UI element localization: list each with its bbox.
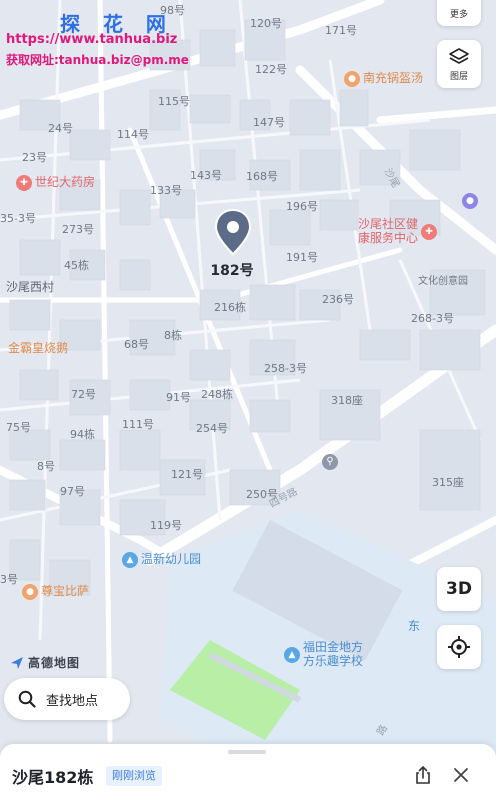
poi-label: 福田金地方 方乐趣学校 [303, 640, 364, 668]
poi-label: 温新幼儿园 [141, 552, 202, 567]
food-icon: ● [344, 71, 360, 87]
building-label: 216栋 [214, 301, 246, 314]
restroom-icon: ⚲ [322, 454, 338, 470]
close-icon[interactable] [450, 764, 472, 786]
building-label: 273号 [62, 223, 94, 236]
building-label: 24号 [48, 122, 73, 135]
location-pin-icon[interactable] [213, 208, 253, 256]
building-label: 315座 [432, 476, 464, 489]
poi-pizza[interactable]: ● 尊宝比萨 [22, 584, 89, 600]
sheet-drag-handle[interactable] [228, 750, 266, 754]
building-label: 119号 [150, 519, 182, 532]
layers-button[interactable]: 图层 [437, 40, 481, 88]
pin-label: 182号 [210, 263, 254, 279]
building-label: 236号 [322, 293, 354, 306]
place-title: 沙尾182栋 [12, 768, 94, 787]
poi-label: 金霸皇烧鹅 [8, 341, 69, 355]
building-label: 121号 [171, 468, 203, 481]
building-label: 35-3号 [0, 212, 36, 225]
recently-viewed-badge: 刚刚浏览 [106, 766, 162, 786]
poi-label: 沙尾社区健 康服务中心 [358, 217, 419, 245]
3d-button[interactable]: 3D [437, 567, 481, 611]
building-label: 72号 [71, 388, 96, 401]
building-label: 143号 [190, 169, 222, 182]
map-screen: 98号 120号 171号 122号 115号 147号 24号 114号 23… [0, 0, 496, 800]
building-label: 94栋 [70, 428, 95, 441]
building-label: 120号 [250, 17, 282, 30]
building-label: 115号 [158, 95, 190, 108]
more-button[interactable]: 更多 [437, 0, 481, 26]
school-icon: ▲ [122, 552, 138, 568]
place-sheet[interactable]: 沙尾182栋 刚刚浏览 [0, 744, 496, 800]
building-label: 248栋 [201, 388, 233, 401]
building-label: 147号 [253, 116, 285, 129]
building-label: 258-3号 [264, 362, 307, 375]
layers-icon [449, 47, 469, 64]
more-label: 更多 [449, 9, 468, 20]
share-icon[interactable] [412, 764, 434, 786]
building-label: 68号 [124, 338, 149, 351]
building-label: 75号 [6, 421, 31, 434]
search-icon [18, 690, 36, 708]
building-label: 3号 [0, 573, 18, 586]
poi-label: 世纪大药房 [35, 175, 96, 190]
building-label: 45栋 [64, 259, 89, 272]
area-label-village: 沙尾西村 [6, 280, 55, 294]
search-button[interactable]: 查找地点 [4, 678, 130, 720]
building-label: 91号 [166, 391, 191, 404]
watermark-url: https://www.tanhua.biz [6, 32, 178, 47]
school-icon: ▲ [284, 646, 300, 663]
poi-health-center[interactable]: ✚ 沙尾社区健 康服务中心 [358, 217, 438, 246]
building-label: 133号 [150, 184, 182, 197]
area-label-garden: 文化创意园 [418, 276, 468, 287]
building-label: 318座 [331, 394, 363, 407]
poi-east[interactable]: 东 [408, 619, 421, 634]
crosshair-icon [448, 636, 470, 658]
building-label: 191号 [286, 251, 318, 264]
building-label: 97号 [60, 485, 85, 498]
search-placeholder: 查找地点 [46, 693, 99, 709]
poi-restroom[interactable]: ⚲ [322, 454, 338, 470]
food-icon: ● [22, 584, 38, 600]
locate-button[interactable] [437, 625, 481, 669]
poi-label: 南充锅盔汤 [363, 71, 424, 86]
building-label: 196号 [286, 200, 318, 213]
building-label: 122号 [255, 63, 287, 76]
watermark-mail: 获取网址:tanhua.biz@pm.me [6, 53, 189, 67]
poi-partial[interactable]: ● [462, 193, 478, 209]
pharmacy-icon: ✚ [16, 175, 32, 191]
building-label: 168号 [246, 170, 278, 183]
poi-label: 尊宝比萨 [41, 584, 90, 599]
building-label: 268-3号 [411, 312, 454, 325]
building-label: 8栋 [164, 329, 182, 342]
place-icon: ● [462, 193, 478, 209]
amap-logo: 高德地图 [10, 654, 80, 671]
poi-kindergarten[interactable]: ▲ 温新幼儿园 [122, 552, 201, 568]
logo-text: 高德地图 [28, 656, 81, 670]
poi-label: 东 [408, 619, 421, 633]
hospital-icon: ✚ [421, 223, 438, 240]
poi-restaurant-roast-goose[interactable]: 金霸皇烧鹅 [8, 341, 69, 356]
amap-arrow-icon [11, 656, 23, 669]
building-label: 254号 [196, 422, 228, 435]
building-label: 23号 [22, 151, 47, 164]
layers-label: 图层 [449, 71, 468, 82]
building-label: 114号 [117, 128, 149, 141]
building-label: 111号 [122, 418, 154, 431]
building-label: 171号 [325, 24, 357, 37]
poi-school[interactable]: ▲ 福田金地方 方乐趣学校 [284, 640, 364, 669]
poi-restaurant-guokui[interactable]: ● 南充锅盔汤 [344, 71, 423, 87]
building-label: 8号 [37, 460, 55, 473]
poi-pharmacy[interactable]: ✚ 世纪大药房 [16, 175, 95, 191]
